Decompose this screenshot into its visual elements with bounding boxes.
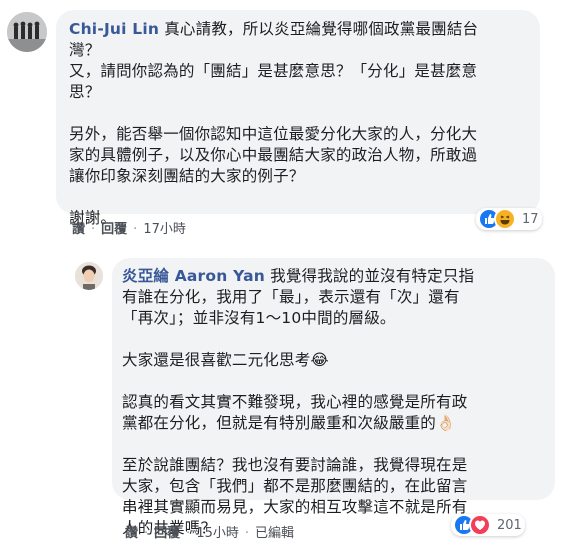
avatar-aaron-yan[interactable] [75,262,103,290]
comment-2-line: 認真的看文其實不難發現，我心裡的感覺是所有政 [122,393,468,411]
comment-2-reply-link[interactable]: 回覆 [154,526,180,542]
comment-1-line-0: 真心請教，所以炎亞綸覺得哪個政黨最團結台 [164,20,479,38]
comment-1-timestamp[interactable]: 17小時 [143,222,186,238]
comment-2-line: 黨都在分化，但就是有特別嚴重和次級嚴重的👌🏻 [122,414,456,432]
comment-2-line: 大家還是很喜歡二元化思考😂 [122,351,329,369]
comment-1-line: 讓你印象深刻團結的大家的例子？ [69,167,305,185]
separator-dot: · [144,526,149,541]
comment-2-line: 「再次」；並非沒有1～10中間的層級。 [122,309,396,327]
comment-1-reaction-count: 17 [522,211,539,227]
comment-2-body: 炎亞綸 Aaron Yan 我覺得我說的並沒有特定只指 有誰在分化，我用了「最」… [122,266,552,539]
comment-2-timestamp[interactable]: 15小時 [196,526,239,542]
comment-2-line-0: 我覺得我說的並沒有特定只指 [270,267,475,285]
comment-1-line: 家的具體例子，以及你心中最團結大家的政治人物，所敢過 [69,146,478,164]
comment-1-actions: 讚 · 回覆 · 17小時 [72,222,186,238]
avatar-photo-icon [75,262,103,290]
love-icon [469,514,491,536]
comment-1-reactions[interactable]: 17 [476,208,542,230]
comment-1-line: 思？ [69,83,101,101]
separator-dot: · [244,526,249,541]
comment-2-line: 大家，包含「我們」都不是那麼團結的，在此留言 [122,477,468,495]
avatar-cartoon-icon [7,12,47,52]
haha-icon [494,208,516,230]
comment-1-line: 另外，能否舉一個你認知中這位最愛分化大家的人，分化大 [69,125,478,143]
comment-1-line: 灣？ [69,41,101,59]
separator-dot: · [133,222,138,237]
separator-dot: · [91,222,96,237]
comment-2-like-link[interactable]: 讚 [125,526,138,542]
comment-1-body: Chi-Jui Lin 真心請教，所以炎亞綸覺得哪個政黨最團結台 灣？ 又，請問… [69,19,539,229]
comment-1-line: 又，請問你認為的「團結」是甚麼意思？「分化」是甚麼意 [69,62,478,80]
comment-2-actions: 讚 · 回覆 · 15小時 · 已編輯 [125,526,294,542]
separator-dot: · [186,526,191,541]
comment-1-reply-link[interactable]: 回覆 [101,222,127,238]
comment-2-edited-label[interactable]: 已編輯 [255,526,294,542]
comment-1-like-link[interactable]: 讚 [72,222,85,238]
comment-2-line: 至於說誰團結？我也沒有要討論誰，我覺得現在是 [122,456,468,474]
comment-2-reaction-count: 201 [497,517,522,533]
comment-2-author[interactable]: 炎亞綸 Aaron Yan [122,267,265,285]
comment-2-line: 有誰在分化，我用了「最」，表示還有「次」還有 [122,288,460,306]
comment-2-reactions[interactable]: 201 [451,514,525,536]
avatar-chi-jui-lin[interactable] [7,12,47,52]
comment-1-author[interactable]: Chi-Jui Lin [69,20,159,38]
